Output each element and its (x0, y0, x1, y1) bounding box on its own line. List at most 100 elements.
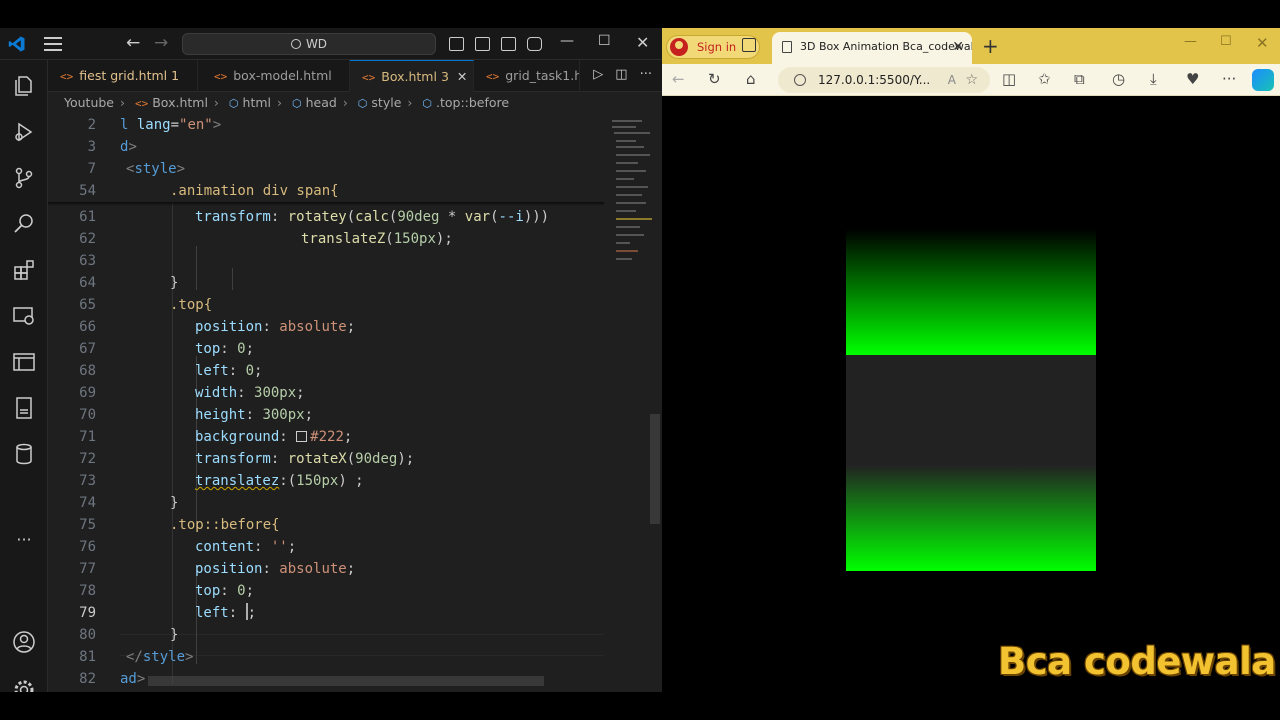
maximize-icon[interactable]: ☐ (1220, 34, 1232, 49)
site-info-icon[interactable] (794, 74, 806, 86)
read-aloud-icon[interactable]: A (948, 67, 956, 93)
maximize-icon[interactable]: ☐ (598, 33, 611, 49)
sticky-line[interactable]: 54 .animation div span{ (48, 180, 604, 202)
run-debug-icon[interactable] (12, 120, 36, 144)
search-sidebar-icon[interactable] (12, 212, 36, 236)
sticky-line[interactable]: 3 d> (48, 136, 604, 158)
code-line[interactable]: 76 content: ''; (48, 536, 604, 558)
split-editor-icon[interactable]: ◫ (615, 67, 627, 82)
settings-gear-icon[interactable] (12, 678, 36, 692)
back-arrow-icon[interactable]: ← (126, 33, 140, 53)
toggle-sidebar-icon[interactable] (449, 37, 464, 51)
vertical-scrollbar-thumb[interactable] (650, 414, 660, 524)
breadcrumb-html[interactable]: html (243, 95, 271, 110)
refresh-icon[interactable]: ↻ (708, 70, 721, 88)
customize-layout-icon[interactable] (527, 37, 542, 51)
code-line[interactable]: 75 .top::before{ (48, 514, 604, 536)
code-line-current[interactable]: 79 left: ; (48, 602, 604, 624)
code-line[interactable]: 61 transform: rotatey(calc(90deg * var(--… (48, 206, 604, 228)
code-line[interactable]: 77 position: absolute; (48, 558, 604, 580)
line-number: 63 (79, 253, 96, 269)
color-swatch-icon[interactable] (296, 431, 308, 442)
favorite-star-icon[interactable]: ☆ (965, 67, 978, 93)
line-number: 80 (79, 627, 96, 643)
code-line[interactable]: 73 translatez:(150px) ; (48, 470, 604, 492)
code-text: <style> (126, 161, 186, 177)
search-icon (290, 39, 301, 49)
line-number: 61 (79, 209, 96, 225)
cube-bottom-face (846, 465, 1096, 571)
downloads-icon[interactable]: ⤓ (1150, 70, 1157, 88)
sticky-line[interactable]: 7 <style> (48, 158, 604, 180)
code-line[interactable]: 64} (48, 272, 604, 294)
close-tab-icon[interactable]: ✕ (457, 69, 467, 84)
code-line[interactable]: 72 transform: rotateX(90deg); (48, 448, 604, 470)
address-bar[interactable]: 127.0.0.1:5500/Y... A ☆ (778, 67, 990, 93)
code-line[interactable]: 68 left: 0; (48, 360, 604, 382)
tab-grid-task1[interactable]: <> grid_task1.h (474, 60, 580, 92)
code-editor[interactable]: 2 l lang="en"> 3 d> 7 <style> 54 .animation … (48, 114, 604, 692)
hamburger-menu-icon[interactable] (44, 37, 62, 51)
breadcrumb-file[interactable]: Box.html (152, 95, 208, 110)
code-line[interactable]: 69 width: 300px; (48, 382, 604, 404)
performance-icon[interactable]: ♥ (1186, 70, 1199, 88)
code-line[interactable]: 78 top: 0; (48, 580, 604, 602)
more-views-icon[interactable]: ··· (12, 530, 36, 554)
run-icon[interactable]: ▷ (593, 67, 603, 82)
code-text: </style> (126, 649, 194, 665)
explorer-icon[interactable] (12, 74, 36, 98)
code-line[interactable]: 67 top: 0; (48, 338, 604, 360)
horizontal-scrollbar-thumb[interactable] (148, 676, 544, 686)
account-icon[interactable] (12, 630, 36, 654)
forward-arrow-icon[interactable]: → (154, 33, 168, 53)
breadcrumb-style[interactable]: style (371, 95, 401, 110)
back-arrow-icon[interactable]: ← (672, 70, 685, 88)
code-line[interactable]: 70 height: 300px; (48, 404, 604, 426)
database-icon[interactable] (12, 442, 36, 466)
code-line[interactable]: 66 position: absolute; (48, 316, 604, 338)
close-tab-icon[interactable]: ✕ (952, 32, 964, 62)
tab-fiest-grid[interactable]: <> fiest grid.html 1 (48, 60, 198, 92)
source-control-icon[interactable] (12, 166, 36, 190)
remote-explorer-icon[interactable] (12, 304, 36, 328)
split-screen-icon[interactable]: ◫ (1002, 70, 1016, 88)
code-line[interactable]: 80} (48, 624, 604, 646)
browser-tab-active[interactable]: 3D Box Animation Bca_codewala ✕ (772, 32, 972, 64)
code-line[interactable]: 74} (48, 492, 604, 514)
breadcrumb-selector[interactable]: .top::before (436, 95, 509, 110)
extensions-icon[interactable] (12, 258, 36, 282)
collections-icon[interactable]: ⧉ (1074, 70, 1085, 88)
toggle-panel-icon[interactable] (475, 37, 490, 51)
breadcrumb-folder[interactable]: Youtube (64, 95, 114, 110)
home-icon[interactable]: ⌂ (746, 70, 756, 88)
problem-count-badge: 3 (440, 69, 449, 84)
toggle-secondary-sidebar-icon[interactable] (501, 37, 516, 51)
code-line[interactable]: 65 .top{ (48, 294, 604, 316)
browser-preview-icon[interactable] (12, 350, 36, 374)
new-tab-icon[interactable]: + (982, 34, 999, 58)
close-window-icon[interactable]: ✕ (1256, 34, 1269, 52)
command-center-search[interactable]: WD (182, 33, 436, 55)
tab-box-model[interactable]: <> box-model.html (198, 60, 350, 92)
sticky-line[interactable]: 2 l lang="en"> (48, 114, 604, 136)
copilot-icon[interactable] (1252, 69, 1274, 91)
line-number: 70 (79, 407, 96, 423)
code-line[interactable]: 62 translateZ(150px); (48, 228, 604, 250)
more-actions-icon[interactable]: ··· (640, 67, 652, 82)
tab-box-active[interactable]: <> Box.html 3 ✕ (350, 60, 474, 92)
tab-label: Box.html (381, 69, 437, 84)
code-line[interactable]: 63 (48, 250, 604, 272)
close-window-icon[interactable]: ✕ (636, 33, 649, 52)
minimize-icon[interactable]: — (560, 33, 574, 49)
tab-actions-icon[interactable] (742, 38, 756, 52)
more-menu-icon[interactable]: ··· (1222, 70, 1236, 88)
bookmark-icon[interactable] (12, 396, 36, 420)
minimap[interactable] (604, 114, 662, 692)
code-text: ad> (120, 671, 146, 687)
favorites-icon[interactable]: ✩ (1038, 70, 1051, 88)
minimize-icon[interactable]: — (1184, 34, 1197, 49)
code-line[interactable]: 81 </style> (48, 646, 604, 668)
history-icon[interactable]: ◷ (1112, 70, 1125, 88)
breadcrumb-head[interactable]: head (306, 95, 337, 110)
code-line[interactable]: 71 background: #222; (48, 426, 604, 448)
